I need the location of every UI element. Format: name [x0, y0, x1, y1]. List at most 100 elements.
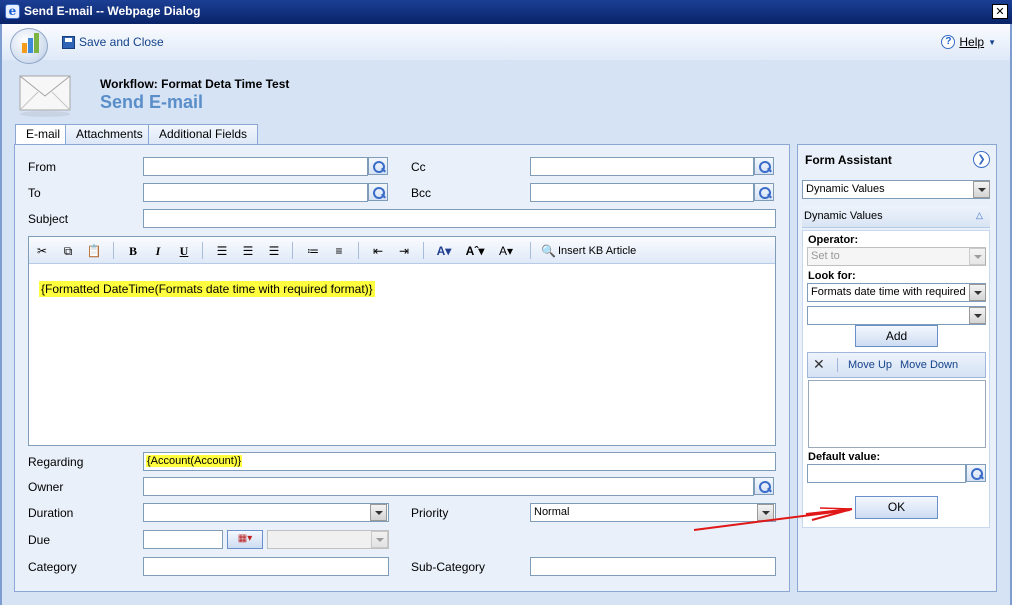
- move-up-button[interactable]: Move Up: [848, 359, 892, 371]
- separator: [423, 242, 424, 259]
- calendar-icon[interactable]: ▦▾: [227, 530, 263, 549]
- save-and-close-label: Save and Close: [79, 35, 164, 49]
- assistant-mode-value: Dynamic Values: [806, 183, 885, 195]
- from-lookup-icon[interactable]: [368, 157, 388, 175]
- numbered-list-icon[interactable]: ≔: [305, 243, 321, 259]
- chevron-down-icon: [969, 248, 986, 265]
- default-value-lookup-icon[interactable]: [966, 464, 986, 482]
- owner-lookup-icon[interactable]: [754, 477, 774, 495]
- duration-select[interactable]: [143, 503, 389, 522]
- separator: [837, 358, 838, 372]
- increase-indent-icon[interactable]: ⇥: [396, 243, 412, 259]
- chevron-down-icon[interactable]: [969, 307, 986, 324]
- collapse-assistant-icon[interactable]: ❯: [973, 151, 990, 168]
- tab-email[interactable]: E-mail: [15, 124, 72, 146]
- align-right-icon[interactable]: ☰: [267, 243, 281, 259]
- chevron-down-icon[interactable]: [757, 504, 774, 521]
- dynamic-values-section-title: Dynamic Values: [804, 210, 883, 222]
- to-lookup-icon[interactable]: [368, 183, 388, 201]
- to-label: To: [28, 186, 41, 200]
- default-value-label: Default value:: [808, 451, 881, 463]
- separator: [358, 242, 359, 259]
- move-down-button[interactable]: Move Down: [900, 359, 958, 371]
- separator: [202, 242, 203, 259]
- priority-value: Normal: [534, 506, 570, 518]
- save-and-close-button[interactable]: Save and Close: [62, 34, 164, 50]
- due-date-field[interactable]: [143, 530, 223, 549]
- duration-label: Duration: [28, 506, 74, 520]
- ok-button[interactable]: OK: [855, 496, 938, 519]
- help-icon: ?: [941, 35, 956, 49]
- priority-label: Priority: [411, 506, 449, 520]
- body-dynamic-value[interactable]: {Formatted DateTime(Formats date time wi…: [39, 281, 375, 297]
- separator: [530, 242, 531, 259]
- insert-kb-article-button[interactable]: Insert KB Article: [558, 243, 636, 259]
- cut-icon[interactable]: ✂: [35, 243, 49, 259]
- save-icon: [62, 35, 75, 49]
- subject-label: Subject: [28, 212, 69, 226]
- operator-value: Set to: [811, 250, 840, 262]
- cc-field[interactable]: [530, 157, 754, 176]
- window-title: Send E-mail -- Webpage Dialog: [24, 4, 201, 18]
- paste-icon[interactable]: 📋: [86, 243, 102, 259]
- underline-button[interactable]: U: [177, 243, 191, 259]
- chevron-down-icon[interactable]: [969, 284, 986, 301]
- email-body-editor[interactable]: [28, 236, 776, 446]
- italic-button[interactable]: I: [151, 243, 165, 259]
- bcc-field[interactable]: [530, 183, 754, 202]
- help-button[interactable]: ? Help ▼: [941, 35, 996, 49]
- subject-field[interactable]: [143, 209, 776, 228]
- to-field[interactable]: [143, 183, 368, 202]
- from-field[interactable]: [143, 157, 368, 176]
- workflow-title: Workflow: Format Deta Time Test: [100, 77, 290, 91]
- bcc-lookup-icon[interactable]: [754, 183, 774, 201]
- owner-label: Owner: [28, 480, 64, 494]
- font-color-icon[interactable]: A▾: [433, 243, 455, 259]
- cc-label: Cc: [411, 160, 426, 174]
- form-assistant-title: Form Assistant: [805, 153, 892, 167]
- separator: [113, 242, 114, 259]
- from-label: From: [28, 160, 56, 174]
- regarding-label: Regarding: [28, 455, 84, 469]
- collapse-section-icon[interactable]: △: [976, 210, 983, 221]
- kb-article-icon: 🔍: [541, 244, 556, 258]
- chevron-down-icon: [371, 531, 388, 548]
- add-button[interactable]: Add: [855, 325, 938, 347]
- dynamic-values-list[interactable]: [808, 380, 986, 448]
- chevron-down-icon: ▼: [988, 37, 996, 47]
- bullet-list-icon[interactable]: ≡: [331, 243, 347, 259]
- page-title: Send E-mail: [100, 92, 204, 112]
- align-center-icon[interactable]: ☰: [241, 243, 255, 259]
- operator-label: Operator:: [808, 234, 859, 246]
- chevron-down-icon[interactable]: [973, 181, 990, 198]
- delete-x-icon[interactable]: ✕: [813, 356, 825, 373]
- ie-icon: e: [5, 4, 20, 19]
- bold-button[interactable]: B: [126, 243, 140, 259]
- font-size-icon[interactable]: Aˆ▾: [464, 243, 486, 259]
- decrease-indent-icon[interactable]: ⇤: [370, 243, 386, 259]
- close-icon[interactable]: ✕: [992, 4, 1008, 19]
- separator: [292, 242, 293, 259]
- email-envelope-icon: [19, 75, 71, 117]
- due-label: Due: [28, 533, 51, 547]
- category-field[interactable]: [143, 557, 389, 576]
- title-bar: e Send E-mail -- Webpage Dialog ✕: [0, 0, 1012, 24]
- bcc-label: Bcc: [411, 186, 432, 200]
- chevron-down-icon[interactable]: [370, 504, 387, 521]
- default-value-field[interactable]: [807, 464, 966, 483]
- cc-lookup-icon[interactable]: [754, 157, 774, 175]
- align-left-icon[interactable]: ☰: [215, 243, 229, 259]
- look-for-value: Formats date time with required: [811, 286, 966, 298]
- subcategory-label: Sub-Category: [411, 560, 486, 574]
- look-for-attribute-select[interactable]: [807, 306, 986, 325]
- look-for-label: Look for:: [808, 270, 856, 282]
- category-label: Category: [28, 560, 77, 574]
- font-face-icon[interactable]: A▾: [495, 243, 517, 259]
- regarding-dynamic-value: {Account(Account)}: [146, 455, 243, 467]
- tab-attachments[interactable]: Attachments: [65, 124, 154, 145]
- tab-additional-fields[interactable]: Additional Fields: [148, 124, 259, 145]
- copy-icon[interactable]: ⧉: [60, 243, 76, 259]
- owner-field[interactable]: [143, 477, 754, 496]
- help-label: Help: [959, 35, 985, 49]
- subcategory-field[interactable]: [530, 557, 776, 576]
